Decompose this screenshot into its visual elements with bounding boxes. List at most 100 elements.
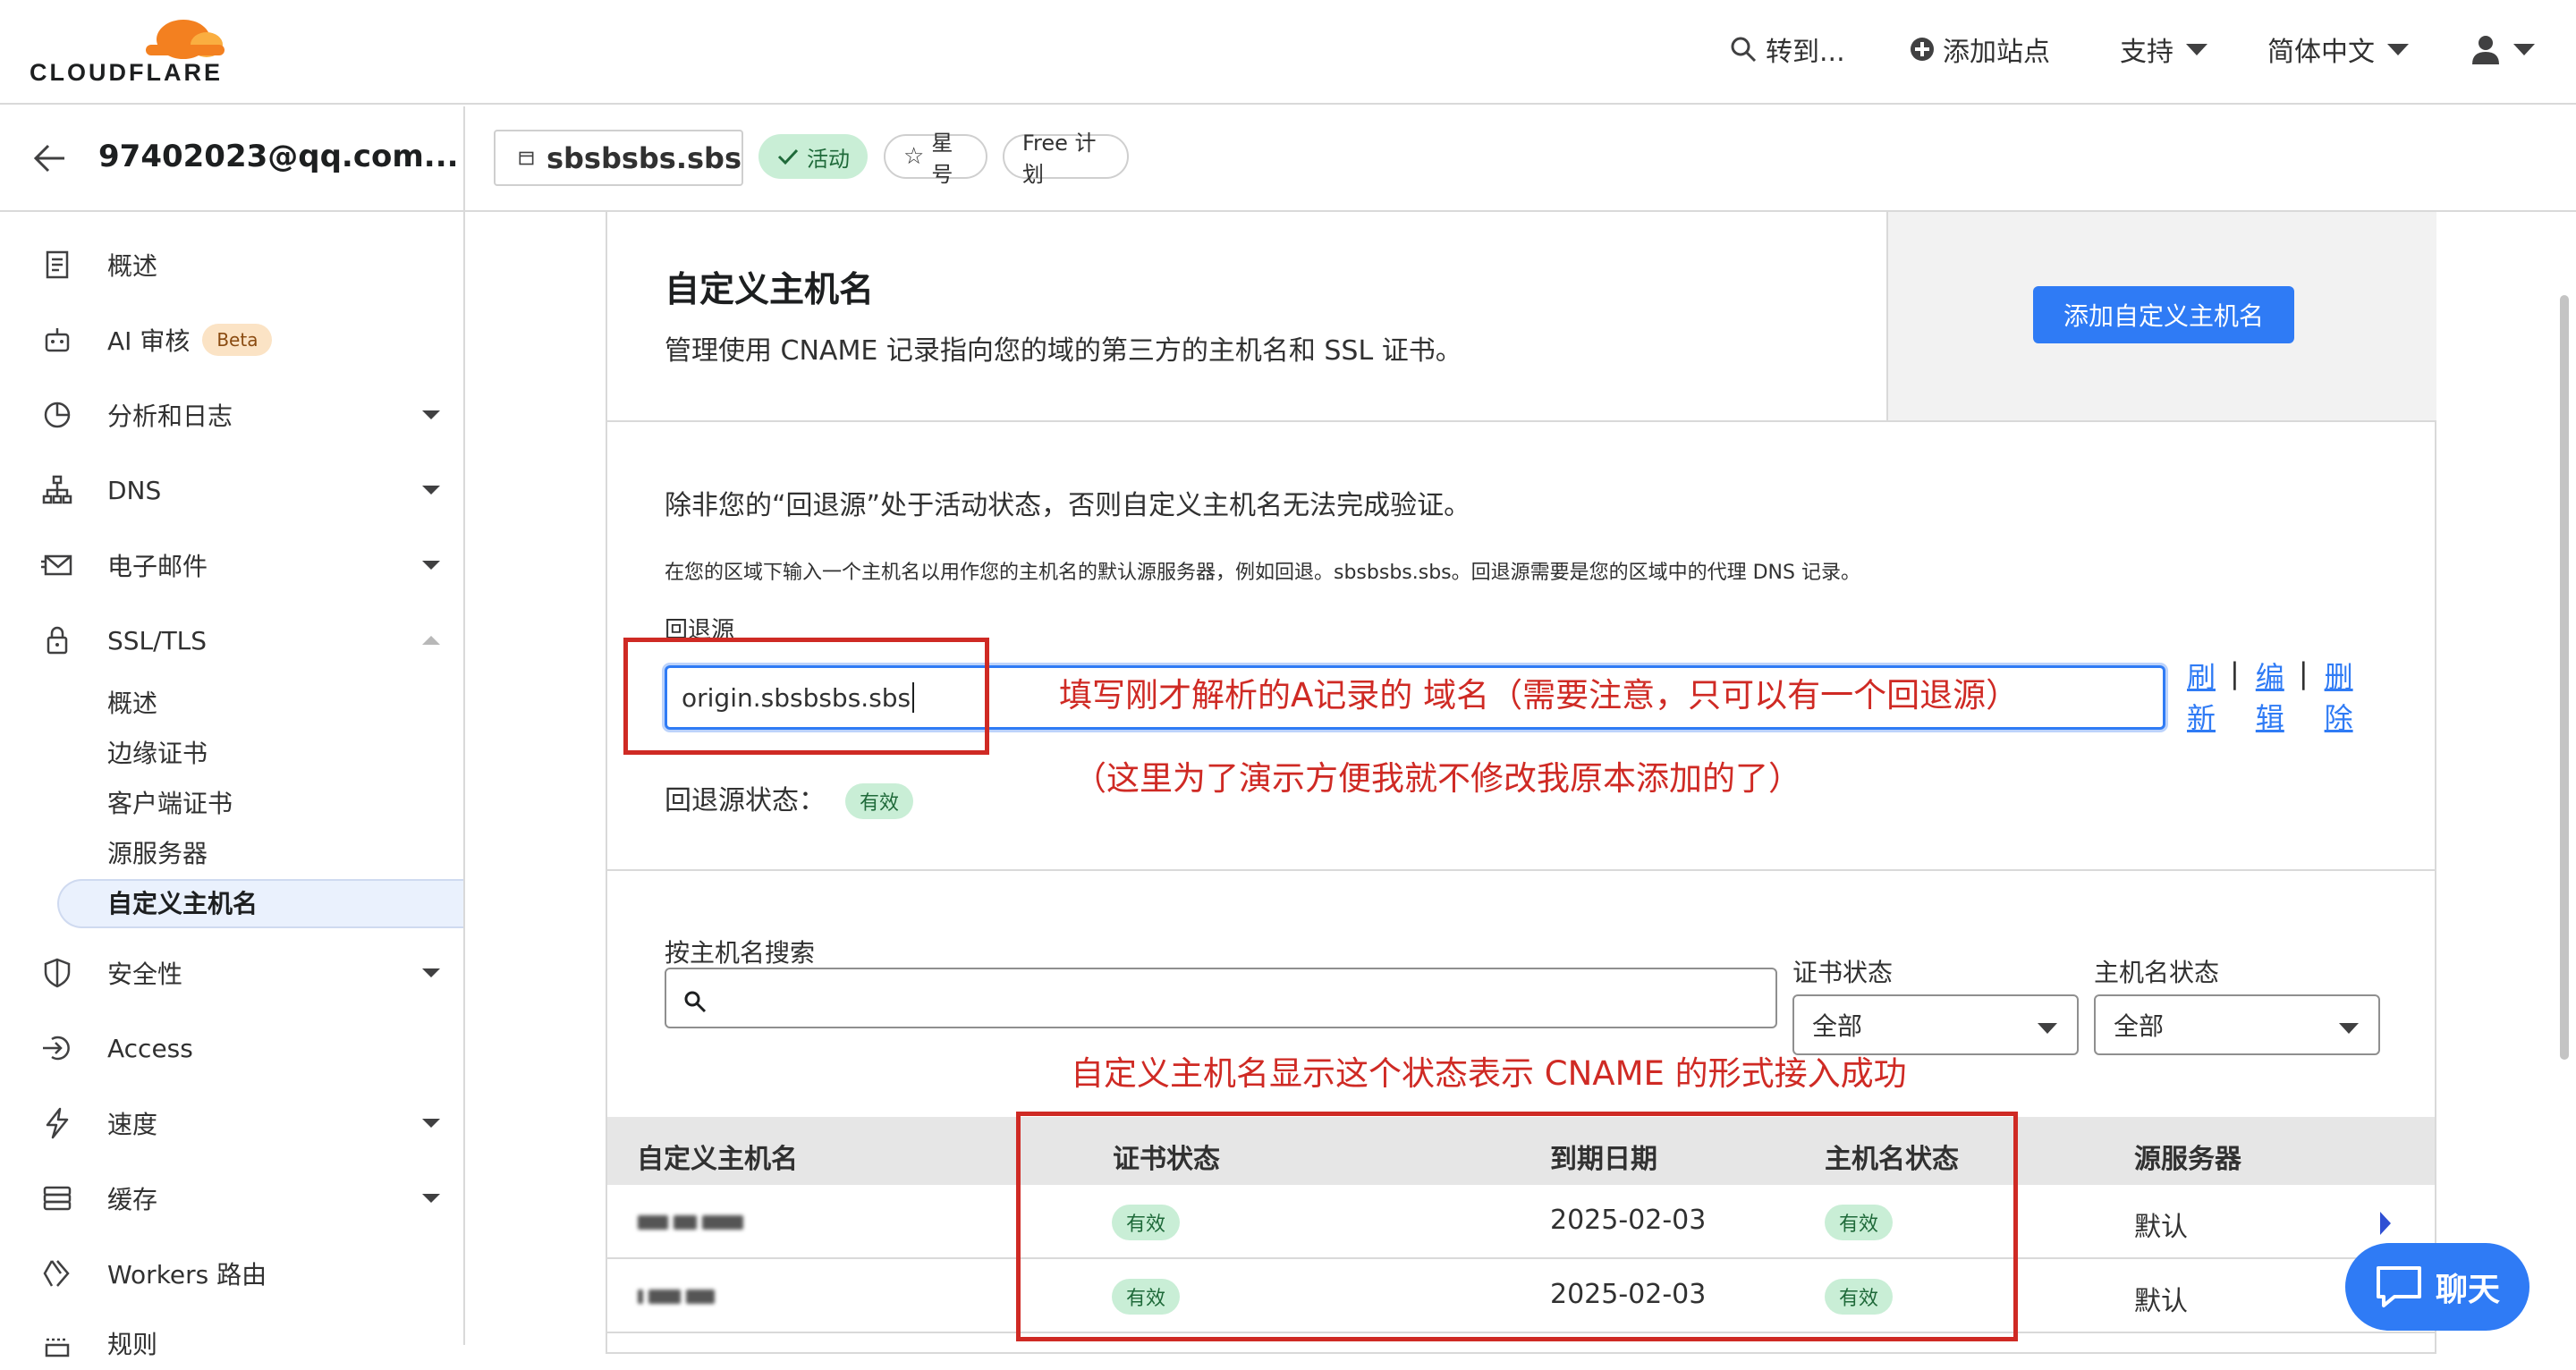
chat-label: 聊天: [2435, 1272, 2500, 1308]
sidebar-item-dns[interactable]: DNS: [0, 463, 463, 517]
search-label: 按主机名搜索: [665, 938, 816, 968]
user-icon: [2472, 36, 2499, 64]
language-label: 简体中文: [2267, 37, 2375, 68]
chevron-down-icon: [422, 486, 440, 495]
robot-icon: [45, 328, 70, 352]
sidebar-item-overview[interactable]: 概述: [0, 238, 463, 292]
chevron-down-icon: [422, 410, 440, 419]
chevron-down-icon: [2186, 43, 2207, 55]
cert-status-value: 全部: [1812, 1011, 1863, 1041]
separator: |: [2230, 656, 2240, 690]
status-badge: 有效: [845, 783, 914, 819]
sidebar-item-ai-audit[interactable]: AI 审核 Beta: [0, 313, 463, 367]
chevron-down-icon: [2038, 1023, 2057, 1034]
sidebar-item-speed[interactable]: 速度: [0, 1096, 463, 1150]
expand-arrow-icon[interactable]: [2380, 1212, 2391, 1235]
chevron-down-icon: [422, 1119, 440, 1128]
cert-status-label: 证书状态: [1792, 958, 1894, 987]
star-label: 星号: [931, 131, 953, 187]
delete-link-line1: 删: [2324, 660, 2353, 694]
edit-link-line1: 编: [2255, 660, 2284, 694]
sidebar-item-label: DNS: [107, 475, 162, 505]
window-icon: [519, 151, 534, 165]
chevron-down-icon: [422, 561, 440, 570]
sidebar-subitem-origin-server[interactable]: 源服务器: [107, 834, 208, 870]
beta-badge: Beta: [202, 324, 273, 356]
add-site-button[interactable]: 添加站点: [1909, 27, 2050, 72]
chat-button[interactable]: 聊天: [2345, 1243, 2529, 1331]
hostname-search-input[interactable]: [665, 968, 1777, 1028]
lock-icon: [47, 626, 68, 655]
goto-button[interactable]: 转到...: [1728, 27, 1845, 72]
edit-link-line2: 辑: [2255, 701, 2284, 735]
workers-icon: [43, 1260, 70, 1287]
annotation-box-fallback: [623, 638, 989, 755]
annotation-note-fallback: 填写刚才解析的A记录的 域名（需要注意，只可以有一个回退源）: [1059, 676, 2020, 715]
column-header-hostname[interactable]: 自定义主机名: [637, 1137, 798, 1176]
host-status-value: 全部: [2114, 1011, 2165, 1041]
zone-domain: sbsbsbs.sbs: [546, 140, 741, 175]
document-icon: [46, 250, 69, 279]
sidebar-item-label: 分析和日志: [107, 402, 233, 431]
check-icon: [777, 148, 799, 165]
lightning-icon: [46, 1107, 69, 1139]
fallback-origin-actions: 刷 新 | 编 辑 | 删 除: [2187, 656, 2353, 739]
delete-link[interactable]: 删 除: [2325, 656, 2353, 739]
redacted-hostname: [638, 1288, 715, 1306]
storage-icon: [43, 1186, 72, 1211]
plan-badge[interactable]: Free 计划: [1003, 131, 1129, 187]
star-icon: ☆: [903, 143, 925, 170]
refresh-link[interactable]: 刷 新: [2187, 656, 2216, 739]
sidebar-item-ssl-tls[interactable]: SSL/TLS: [0, 613, 463, 667]
sidebar-subitem-ssl-overview[interactable]: 概述: [107, 684, 157, 720]
chat-bubble-icon: [2376, 1266, 2421, 1307]
cloudflare-logo[interactable]: CLOUDFLARE: [30, 13, 226, 86]
plus-circle-icon: [1911, 38, 1934, 61]
fallback-origin-status: 回退源状态： 有效: [665, 778, 914, 819]
back-arrow-icon[interactable]: [32, 142, 68, 174]
chevron-down-icon: [2387, 43, 2409, 55]
chevron-down-icon: [2339, 1023, 2359, 1034]
scrollbar[interactable]: [2560, 295, 2569, 1060]
host-status-select[interactable]: 全部: [2094, 994, 2380, 1055]
user-menu[interactable]: [2470, 27, 2535, 72]
sidebar-item-email[interactable]: 电子邮件: [0, 538, 463, 592]
sidebar-subitem-custom-hostnames[interactable]: 自定义主机名: [107, 884, 258, 920]
annotation-note-status: 自定义主机名显示这个状态表示 CNAME 的形式接入成功: [1071, 1054, 1907, 1093]
sidebar-subitem-client-certificates[interactable]: 客户端证书: [107, 784, 233, 820]
sidebar-divider: [463, 106, 465, 1345]
status-label: 活动: [807, 146, 850, 172]
annotation-box-status: [1016, 1112, 2018, 1341]
sidebar-item-security[interactable]: 安全性: [0, 946, 463, 1000]
chevron-down-icon: [422, 1194, 440, 1203]
rules-icon: [45, 1338, 70, 1357]
separator: |: [2298, 656, 2309, 690]
sidebar-item-label: 概述: [107, 251, 158, 281]
add-custom-hostname-button[interactable]: 添加自定义主机名: [2033, 286, 2294, 343]
sidebar-item-workers-routes[interactable]: Workers 路由: [0, 1247, 463, 1300]
chevron-down-icon: [422, 968, 440, 977]
pie-chart-icon: [44, 402, 71, 428]
sidebar-item-label: SSL/TLS: [107, 625, 208, 655]
sidebar-item-cache[interactable]: 缓存: [0, 1171, 463, 1225]
sidebar-item-analytics[interactable]: 分析和日志: [0, 388, 463, 442]
fallback-status-label: 回退源状态：: [665, 785, 826, 816]
host-status-label: 主机名状态: [2094, 958, 2220, 987]
annotation-note-demo: （这里为了演示方便我就不修改我原本添加的了）: [1073, 759, 1801, 798]
sidebar-item-access[interactable]: Access: [0, 1021, 463, 1075]
sidebar-subitem-edge-certificates[interactable]: 边缘证书: [107, 734, 208, 770]
logo-text: CLOUDFLARE: [30, 59, 223, 86]
star-button[interactable]: ☆ 星号: [884, 131, 987, 187]
sidebar-item-rules[interactable]: 规则: [0, 1316, 463, 1370]
account-name[interactable]: 97402023@qq.com...: [98, 139, 459, 174]
page-title: 自定义主机名: [665, 270, 875, 310]
access-icon: [43, 1036, 70, 1061]
language-menu[interactable]: 简体中文: [2267, 27, 2409, 72]
edit-link[interactable]: 编 辑: [2256, 656, 2284, 739]
page-description: 管理使用 CNAME 记录指向您的域的第三方的主机名和 SSL 证书。: [665, 335, 1462, 367]
column-header-origin[interactable]: 源服务器: [2134, 1137, 2241, 1176]
envelope-icon: [41, 554, 72, 576]
zone-selector[interactable]: sbsbsbs.sbs: [494, 130, 743, 186]
support-menu[interactable]: 支持: [2120, 27, 2207, 72]
origin-server: 默认: [2134, 1212, 2188, 1243]
